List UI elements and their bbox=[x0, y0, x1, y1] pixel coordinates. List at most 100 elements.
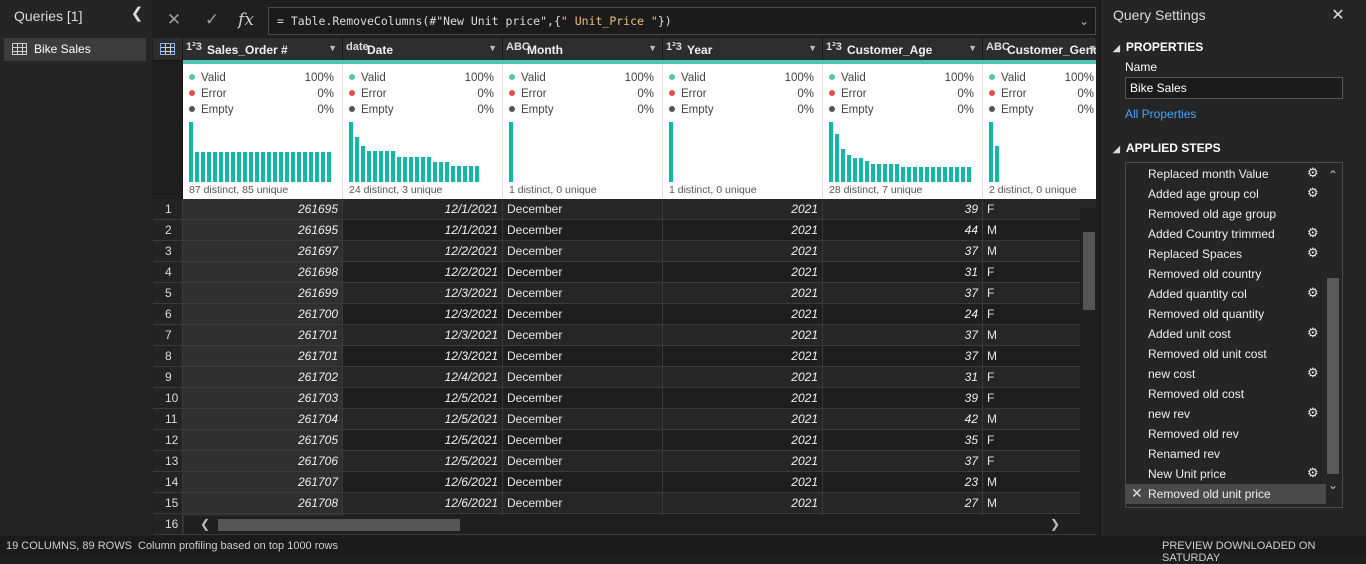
table-cell[interactable]: 2021 bbox=[663, 472, 823, 493]
table-cell[interactable]: December bbox=[503, 388, 663, 409]
applied-step[interactable]: Removed old country bbox=[1126, 264, 1326, 284]
column-filter-icon[interactable]: ▼ bbox=[968, 43, 977, 53]
close-icon[interactable]: ✕ bbox=[1329, 5, 1347, 24]
table-cell[interactable]: December bbox=[503, 220, 663, 241]
table-cell[interactable]: 2021 bbox=[663, 493, 823, 514]
table-row[interactable]: 12 261705 12/5/2021 December 2021 35 F bbox=[153, 430, 1096, 451]
applied-step[interactable]: Added unit cost ⚙ bbox=[1126, 324, 1326, 344]
distribution-bar[interactable] bbox=[321, 152, 325, 182]
row-number[interactable]: 12 bbox=[153, 430, 183, 451]
table-cell[interactable]: 23 bbox=[823, 472, 983, 493]
distribution-bar[interactable] bbox=[303, 152, 307, 182]
table-cell[interactable]: 261699 bbox=[183, 283, 343, 304]
distribution-bar[interactable] bbox=[291, 152, 295, 182]
table-cell[interactable]: 2021 bbox=[663, 199, 823, 220]
distribution-bar[interactable] bbox=[249, 152, 253, 182]
table-cell[interactable]: December bbox=[503, 241, 663, 262]
table-cell[interactable]: 261708 bbox=[183, 493, 343, 514]
table-cell[interactable]: 12/3/2021 bbox=[343, 325, 503, 346]
distribution-bar[interactable] bbox=[913, 167, 917, 182]
row-number[interactable]: 9 bbox=[153, 367, 183, 388]
table-cell[interactable]: December bbox=[503, 451, 663, 472]
table-cell[interactable]: 44 bbox=[823, 220, 983, 241]
column-filter-icon[interactable]: ▼ bbox=[488, 43, 497, 53]
row-number[interactable]: 2 bbox=[153, 220, 183, 241]
column-type-icon[interactable]: 1²3 bbox=[666, 41, 682, 53]
grid-horizontal-scrollbar[interactable]: ❮ ❯ bbox=[184, 516, 1080, 534]
grid-vertical-scrollbar[interactable] bbox=[1080, 208, 1096, 516]
table-cell[interactable]: 12/3/2021 bbox=[343, 304, 503, 325]
table-cell[interactable]: 261704 bbox=[183, 409, 343, 430]
row-number[interactable]: 5 bbox=[153, 283, 183, 304]
table-cell[interactable]: 37 bbox=[823, 325, 983, 346]
applied-step[interactable]: Replaced Spaces ⚙ bbox=[1126, 244, 1326, 264]
applied-step[interactable]: Added age group col ⚙ bbox=[1126, 184, 1326, 204]
row-number[interactable]: 7 bbox=[153, 325, 183, 346]
table-row[interactable]: 15 261708 12/6/2021 December 2021 27 M bbox=[153, 493, 1096, 514]
gear-icon[interactable]: ⚙ bbox=[1307, 285, 1319, 301]
table-cell[interactable]: December bbox=[503, 346, 663, 367]
distribution-bar[interactable] bbox=[415, 157, 419, 182]
table-cell[interactable]: December bbox=[503, 367, 663, 388]
table-cell[interactable]: 27 bbox=[823, 493, 983, 514]
applied-step[interactable]: Removed old age group bbox=[1126, 204, 1326, 224]
distribution-bar[interactable] bbox=[865, 161, 869, 182]
distribution-bar[interactable] bbox=[841, 149, 845, 182]
close-icon[interactable]: ✕ bbox=[163, 9, 185, 31]
column-type-icon[interactable]: 1²3 bbox=[826, 41, 842, 53]
table-cell[interactable]: 2021 bbox=[663, 325, 823, 346]
delete-step-icon[interactable]: ✕ bbox=[1131, 485, 1143, 502]
distribution-bar[interactable] bbox=[433, 162, 437, 182]
table-row[interactable]: 6 261700 12/3/2021 December 2021 24 F bbox=[153, 304, 1096, 325]
table-row[interactable]: 4 261698 12/2/2021 December 2021 31 F bbox=[153, 262, 1096, 283]
distribution-bar[interactable] bbox=[273, 152, 277, 182]
gear-icon[interactable]: ⚙ bbox=[1307, 245, 1319, 261]
distribution-bar[interactable] bbox=[327, 152, 331, 182]
distribution-bar[interactable] bbox=[955, 167, 959, 182]
table-cell[interactable]: 261701 bbox=[183, 346, 343, 367]
table-cell[interactable]: 2021 bbox=[663, 262, 823, 283]
distribution-bar[interactable] bbox=[421, 157, 425, 182]
distribution-bar[interactable] bbox=[469, 166, 473, 182]
table-cell[interactable]: 12/1/2021 bbox=[343, 199, 503, 220]
gear-icon[interactable]: ⚙ bbox=[1307, 185, 1319, 201]
formula-input[interactable]: = Table.RemoveColumns(#"New Unit price",… bbox=[268, 7, 1096, 35]
scroll-thumb[interactable] bbox=[1083, 232, 1095, 310]
table-row[interactable]: 9 261702 12/4/2021 December 2021 31 F bbox=[153, 367, 1096, 388]
table-cell[interactable]: 261700 bbox=[183, 304, 343, 325]
table-row[interactable]: 8 261701 12/3/2021 December 2021 37 M bbox=[153, 346, 1096, 367]
table-cell[interactable]: 2021 bbox=[663, 367, 823, 388]
row-number[interactable]: 1 bbox=[153, 199, 183, 220]
table-cell[interactable]: 12/5/2021 bbox=[343, 409, 503, 430]
table-cell[interactable]: 42 bbox=[823, 409, 983, 430]
table-cell[interactable]: 39 bbox=[823, 388, 983, 409]
distribution-bar[interactable] bbox=[349, 122, 353, 182]
distribution-bar[interactable] bbox=[995, 146, 999, 182]
distribution-bar[interactable] bbox=[967, 167, 971, 182]
query-name-input[interactable]: Bike Sales bbox=[1125, 77, 1343, 99]
distribution-bar[interactable] bbox=[835, 134, 839, 182]
table-cell[interactable]: 12/5/2021 bbox=[343, 430, 503, 451]
distribution-bar[interactable] bbox=[237, 152, 241, 182]
distribution-bar[interactable] bbox=[391, 151, 395, 182]
table-row[interactable]: 1 261695 12/1/2021 December 2021 39 F bbox=[153, 199, 1096, 220]
distribution-bar[interactable] bbox=[871, 164, 875, 182]
applied-step[interactable]: new rev ⚙ bbox=[1126, 404, 1326, 424]
table-cell[interactable]: December bbox=[503, 409, 663, 430]
scroll-down-icon[interactable]: ⌄ bbox=[1328, 478, 1338, 492]
row-number[interactable]: 10 bbox=[153, 388, 183, 409]
table-cell[interactable]: December bbox=[503, 430, 663, 451]
scroll-right-icon[interactable]: ❯ bbox=[1050, 517, 1060, 531]
gear-icon[interactable]: ⚙ bbox=[1307, 405, 1319, 421]
distribution-bar[interactable] bbox=[439, 162, 443, 182]
table-cell[interactable]: December bbox=[503, 304, 663, 325]
applied-step[interactable]: Removed old rev bbox=[1126, 424, 1326, 444]
table-cell[interactable]: 35 bbox=[823, 430, 983, 451]
distribution-bar[interactable] bbox=[961, 167, 965, 182]
table-cell[interactable]: 2021 bbox=[663, 388, 823, 409]
row-number[interactable]: 14 bbox=[153, 472, 183, 493]
table-cell[interactable]: 261702 bbox=[183, 367, 343, 388]
properties-heading[interactable]: ◢ PROPERTIES bbox=[1113, 40, 1203, 54]
table-row[interactable]: 13 261706 12/5/2021 December 2021 37 F bbox=[153, 451, 1096, 472]
distribution-bar[interactable] bbox=[931, 167, 935, 182]
